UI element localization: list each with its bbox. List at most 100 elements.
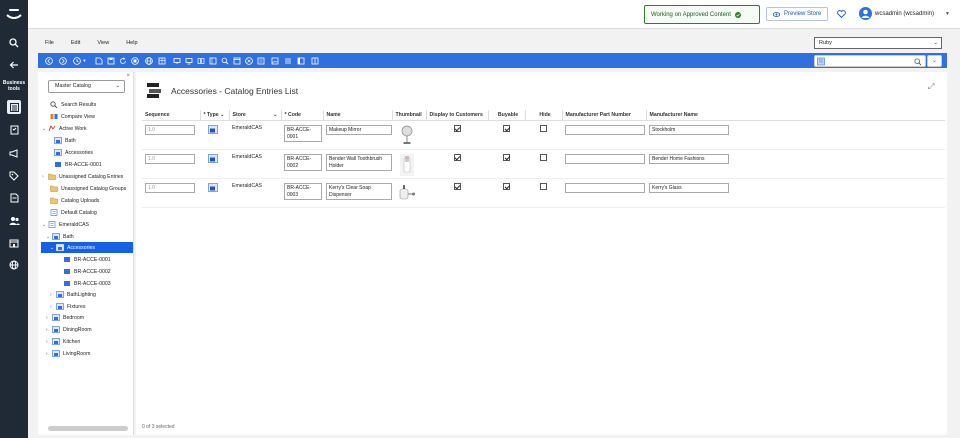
orders-icon[interactable] [0, 121, 28, 139]
menu-view[interactable]: View [97, 40, 109, 46]
tree-compare-view[interactable]: Compare View [50, 111, 95, 122]
tree-diningroom[interactable]: › DiningRoom [46, 324, 92, 335]
back-icon[interactable] [0, 56, 28, 74]
display-to-customers-checkbox[interactable] [453, 153, 461, 161]
menu-help[interactable]: Help [126, 40, 137, 46]
find-icon[interactable] [220, 56, 229, 65]
people-icon[interactable] [0, 211, 28, 229]
split-view-icon[interactable] [310, 56, 319, 65]
tree-kitchen[interactable]: › Kitchen [46, 336, 80, 347]
manufacturer-name-field[interactable]: Bender Home Fashions [649, 153, 729, 164]
menu-edit[interactable]: Edit [71, 40, 80, 46]
world-icon[interactable] [0, 256, 28, 274]
buyable-checkbox[interactable] [503, 124, 510, 132]
back-circle-icon[interactable] [44, 56, 53, 65]
table-row[interactable]: 1.0 EmeraldCAS BR-ACCE-0003 Kerry's Clea… [142, 178, 945, 208]
promotions-icon[interactable] [0, 167, 28, 185]
horizontal-scrollbar[interactable] [48, 426, 128, 431]
tree-active-work[interactable]: ⌄ Active Work [42, 123, 87, 134]
code-field[interactable]: BR-ACCE-0002 [284, 153, 322, 171]
buyable-checkbox[interactable] [503, 182, 510, 190]
search-icon[interactable] [0, 34, 28, 52]
monitor-icon[interactable] [172, 56, 181, 65]
maximize-icon[interactable]: ⤢ [928, 82, 934, 92]
hide-checkbox[interactable] [540, 153, 547, 161]
display-to-customers-checkbox[interactable] [453, 124, 461, 132]
globe-icon[interactable] [144, 56, 153, 65]
tree-catalog-uploads[interactable]: Catalog Uploads [50, 195, 99, 206]
name-field[interactable]: Kerry's Clear Soap Dispenser [326, 182, 392, 200]
hide-checkbox[interactable] [540, 182, 547, 190]
preview-store-button[interactable]: Preview Store [766, 7, 829, 21]
image-icon[interactable] [270, 56, 279, 65]
col-buyable[interactable]: Buyable [488, 110, 526, 121]
tree-aw-br-acce-0001[interactable]: BR-ACCE-0001 [54, 159, 102, 170]
catalog-select[interactable]: Master Catalog ⌄ [48, 80, 125, 93]
sequence-field[interactable]: 1.0 [145, 153, 195, 164]
code-field[interactable]: BR-ACCE-0003 [284, 182, 322, 200]
tree-fixtures[interactable]: › Fixtures [50, 301, 85, 312]
buyable-checkbox[interactable] [503, 153, 510, 161]
history-icon[interactable] [72, 56, 81, 65]
contracts-icon[interactable] [0, 189, 28, 207]
history-dropdown-icon[interactable]: ▼ [82, 56, 87, 65]
store-select[interactable]: Ruby ⌄ [814, 37, 942, 49]
code-field[interactable]: BR-ACCE-0001 [284, 124, 322, 142]
tree-br-acce-0001[interactable]: BR-ACCE-0001 [63, 254, 111, 265]
tree-unassigned-groups[interactable]: Unassigned Catalog Groups [50, 183, 126, 194]
tree-search-results[interactable]: Search Results [50, 99, 96, 110]
panel-icon[interactable] [296, 56, 305, 65]
search-options-chevron-icon[interactable]: ⌄ [927, 55, 942, 67]
tree-aw-bath[interactable]: Bath [54, 135, 76, 146]
col-store[interactable]: Store ⌄ [229, 110, 282, 121]
hide-checkbox[interactable] [540, 124, 547, 132]
tree-unassigned-entries[interactable]: › Unassigned Catalog Entries [42, 171, 123, 182]
marketing-icon[interactable] [0, 144, 28, 162]
col-type[interactable]: * Type ⌄ [200, 110, 230, 121]
close-circle-icon[interactable] [244, 56, 253, 65]
toolbar-search-input[interactable] [814, 55, 926, 67]
user-menu-chevron-icon[interactable]: ▼ [945, 11, 950, 17]
col-name[interactable]: Name [323, 110, 393, 121]
table-row[interactable]: 1.0 EmeraldCAS BR-ACCE-0002 Bender Wall … [142, 149, 945, 179]
store-icon[interactable] [0, 234, 28, 252]
sequence-field[interactable]: 1.0 [145, 182, 195, 193]
sequence-field[interactable]: 1.0 [145, 124, 195, 135]
tree-bathlighting[interactable]: › BathLighting [50, 289, 96, 300]
stop-icon[interactable] [130, 56, 139, 65]
manufacturer-part-number-field[interactable] [565, 153, 645, 164]
tree-default-catalog[interactable]: Default Catalog [50, 207, 97, 218]
favorite-heart-icon[interactable] [837, 10, 846, 18]
tree-bedroom[interactable]: › Bedroom [46, 312, 84, 323]
window-icon[interactable] [232, 56, 241, 65]
compare-icon[interactable] [196, 56, 205, 65]
working-on-approved-content-button[interactable]: Working on Approved Content [644, 5, 760, 24]
search-icon[interactable] [914, 58, 922, 66]
forward-circle-icon[interactable] [58, 56, 67, 65]
new-icon[interactable] [94, 56, 103, 65]
col-manufacturer-part-number[interactable]: Manufacturer Part Number [562, 110, 647, 121]
name-field[interactable]: Bender Wall Toothbrush Holder [326, 153, 392, 171]
table-view-icon[interactable] [157, 56, 166, 65]
manufacturer-part-number-field[interactable] [565, 124, 645, 135]
list-icon[interactable] [283, 56, 292, 65]
manufacturer-name-field[interactable]: Stockholm [649, 124, 729, 135]
name-field[interactable]: Makeup Mirror [326, 124, 392, 135]
manufacturer-part-number-field[interactable] [565, 182, 645, 193]
refresh-icon[interactable] [118, 56, 127, 65]
col-display-to-customers[interactable]: Display to Customers [426, 110, 489, 121]
close-panel-icon[interactable]: × [126, 73, 130, 79]
tree-br-acce-0003[interactable]: BR-ACCE-0003 [63, 278, 111, 289]
tree-bath[interactable]: ⌄ Bath [46, 231, 74, 242]
col-code[interactable]: * Code [281, 110, 324, 121]
col-thumbnail[interactable]: Thumbnail [392, 110, 427, 121]
display-to-customers-checkbox[interactable] [453, 182, 461, 190]
monitor-alt-icon[interactable] [184, 56, 193, 65]
menu-file[interactable]: File [45, 40, 54, 46]
tree-emeraldcas[interactable]: ⌄ EmeraldCAS [42, 219, 89, 230]
tree-aw-accessories[interactable]: Accessories [54, 147, 93, 158]
table-row[interactable]: 1.0 EmeraldCAS BR-ACCE-0001 Makeup Mirro… [142, 120, 945, 150]
tree-accessories-selected[interactable]: ⌄ Accessories [41, 242, 133, 253]
col-sequence[interactable]: Sequence [142, 110, 201, 121]
tree-livingroom[interactable]: › LivingRoom [46, 348, 90, 359]
